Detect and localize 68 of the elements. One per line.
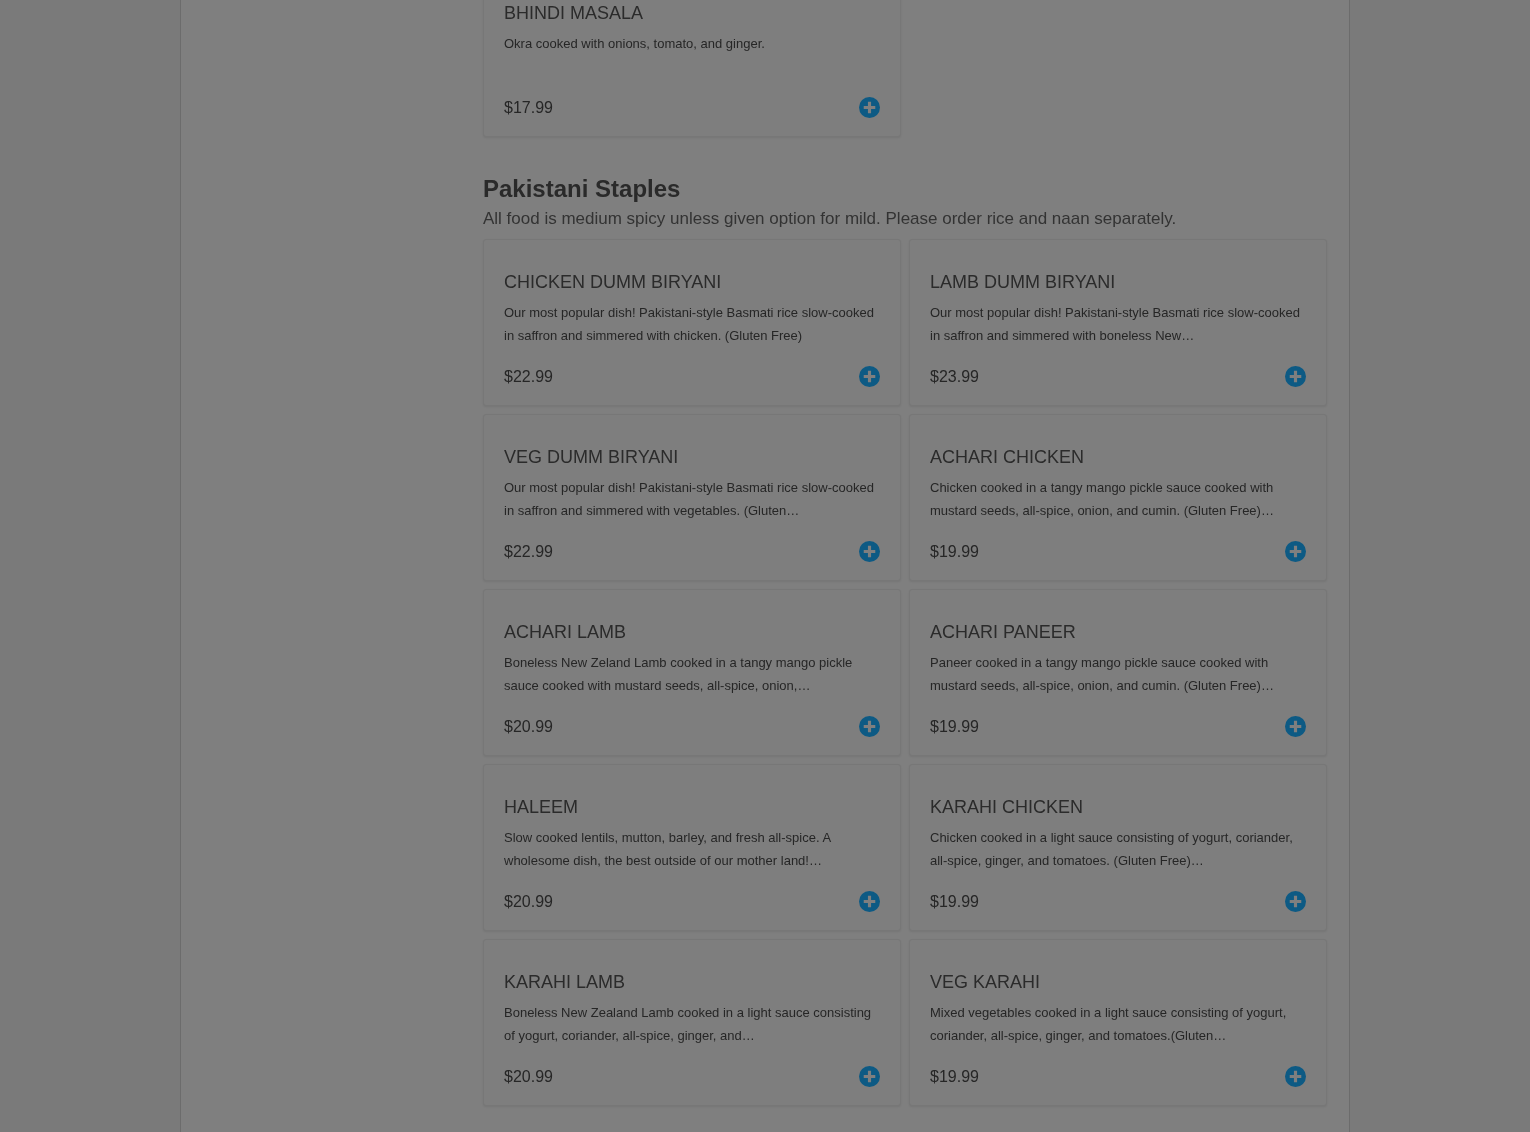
item-name: KARAHI LAMB bbox=[504, 972, 626, 993]
item-price: $19.99 bbox=[930, 542, 979, 561]
item-name: BHINDI MASALA bbox=[504, 3, 644, 24]
add-icon bbox=[1285, 716, 1306, 737]
section-title: Pakistani Staples bbox=[483, 175, 682, 203]
item-price: $17.99 bbox=[504, 98, 553, 117]
add-icon bbox=[1285, 541, 1306, 562]
item-name: VEG KARAHI bbox=[930, 972, 1041, 993]
add-button[interactable] bbox=[1285, 891, 1306, 912]
item-price: $22.99 bbox=[504, 542, 553, 561]
item-description: Chicken cooked in a light sauce consisting of yogurt, coriander, all-spice, ginger, and tomatoes. (Gluten Free)… bbox=[930, 829, 1294, 870]
menu-item-card[interactable]: ACHARI LAMB Boneless New Zeland Lamb cooked in a tangy mango pickle sauce cooked with mustard seeds, all-spice, onion,… $20.99 bbox=[483, 589, 901, 756]
item-name: VEG DUMM BIRYANI bbox=[504, 447, 679, 468]
add-icon bbox=[859, 716, 880, 737]
item-name: ACHARI LAMB bbox=[504, 622, 627, 643]
item-price: $19.99 bbox=[930, 892, 979, 911]
item-name: KARAHI CHICKEN bbox=[930, 797, 1084, 818]
add-button[interactable] bbox=[1285, 541, 1306, 562]
item-description: Our most popular dish! Pakistani-style Basmati rice slow-cooked in saffron and simmered with chicken. (Gluten Free) bbox=[504, 304, 875, 345]
item-name: HALEEM bbox=[504, 797, 579, 818]
item-description: Boneless New Zealand Lamb cooked in a light sauce consisting of yogurt, coriander, all-spice, ginger, and… bbox=[504, 1004, 873, 1045]
add-button[interactable] bbox=[859, 891, 880, 912]
item-description: Mixed vegetables cooked in a light sauce consisting of yogurt, coriander, all-spice, ginger, and tomatoes.(Gluten… bbox=[930, 1004, 1288, 1045]
menu-item-card[interactable]: CHICKEN DUMM BIRYANI Our most popular dish! Pakistani-style Basmati rice slow-cooked in saffron and simmered with chicken. (Gluten Free) $22.99 bbox=[483, 239, 901, 406]
item-description: Paneer cooked in a tangy mango pickle sauce cooked with mustard seeds, all-spice, onion, and cumin. (Gluten Free)… bbox=[930, 654, 1275, 695]
add-icon bbox=[859, 366, 880, 387]
add-button[interactable] bbox=[859, 1066, 880, 1087]
menu-item-card[interactable]: LAMB DUMM BIRYANI Our most popular dish! Pakistani-style Basmati rice slow-cooked in saffron and simmered with boneless New… $23.99 bbox=[909, 239, 1327, 406]
section-note: All food is medium spicy unless given option for mild. Please order rice and naan separately. bbox=[483, 209, 1178, 229]
menu-item-card[interactable]: VEG KARAHI Mixed vegetables cooked in a light sauce consisting of yogurt, coriander, all-spice, ginger, and tomatoes.(Gluten… $19.99 bbox=[909, 939, 1327, 1106]
item-description: Our most popular dish! Pakistani-style Basmati rice slow-cooked in saffron and simmered with vegetables. (Gluten… bbox=[504, 479, 875, 520]
menu-item-card[interactable]: BHINDI MASALA Okra cooked with onions, tomato, and ginger. $17.99 bbox=[483, 0, 901, 137]
item-name: ACHARI PANEER bbox=[930, 622, 1076, 643]
menu-item-card[interactable]: VEG DUMM BIRYANI Our most popular dish! Pakistani-style Basmati rice slow-cooked in saffron and simmered with vegetables. (Gluten… $22.99 bbox=[483, 414, 901, 581]
item-description: Our most popular dish! Pakistani-style Basmati rice slow-cooked in saffron and simmered with boneless New… bbox=[930, 304, 1301, 345]
item-price: $20.99 bbox=[504, 717, 553, 736]
item-price: $20.99 bbox=[504, 892, 553, 911]
add-button[interactable] bbox=[1285, 1066, 1306, 1087]
item-price: $19.99 bbox=[930, 1067, 979, 1086]
menu-item-card[interactable]: KARAHI CHICKEN Chicken cooked in a light sauce consisting of yogurt, coriander, all-spice, ginger, and tomatoes. (Gluten Free)… $19.99 bbox=[909, 764, 1327, 931]
add-icon bbox=[859, 97, 880, 118]
item-price: $20.99 bbox=[504, 1067, 553, 1086]
item-description: Chicken cooked in a tangy mango pickle sauce cooked with mustard seeds, all-spice, onion, and cumin. (Gluten Free)… bbox=[930, 479, 1275, 520]
add-icon bbox=[859, 1066, 880, 1087]
add-button[interactable] bbox=[1285, 716, 1306, 737]
item-name: LAMB DUMM BIRYANI bbox=[930, 272, 1116, 293]
add-icon bbox=[859, 541, 880, 562]
item-description: Slow cooked lentils, mutton, barley, and fresh all-spice. A wholesome dish, the best outside of our mother land!… bbox=[504, 829, 832, 870]
menu-item-card[interactable]: ACHARI PANEER Paneer cooked in a tangy mango pickle sauce cooked with mustard seeds, all-spice, onion, and cumin. (Gluten Free)… $19.99 bbox=[909, 589, 1327, 756]
add-button[interactable] bbox=[859, 97, 880, 118]
item-name: ACHARI CHICKEN bbox=[930, 447, 1085, 468]
add-icon bbox=[1285, 1066, 1306, 1087]
item-price: $23.99 bbox=[930, 367, 979, 386]
add-button[interactable] bbox=[1285, 366, 1306, 387]
item-description: Okra cooked with onions, tomato, and ginger. bbox=[504, 35, 766, 53]
menu-item-card[interactable]: KARAHI LAMB Boneless New Zealand Lamb cooked in a light sauce consisting of yogurt, coriander, all-spice, ginger, and… $20.99 bbox=[483, 939, 901, 1106]
add-icon bbox=[1285, 891, 1306, 912]
item-price: $19.99 bbox=[930, 717, 979, 736]
menu-item-card[interactable]: HALEEM Slow cooked lentils, mutton, barley, and fresh all-spice. A wholesome dish, the best outside of our mother land!… $20.99 bbox=[483, 764, 901, 931]
item-price: $22.99 bbox=[504, 367, 553, 386]
item-description: Boneless New Zeland Lamb cooked in a tangy mango pickle sauce cooked with mustard seeds, all-spice, onion,… bbox=[504, 654, 854, 695]
add-button[interactable] bbox=[859, 716, 880, 737]
add-button[interactable] bbox=[859, 366, 880, 387]
add-icon bbox=[1285, 366, 1306, 387]
item-name: CHICKEN DUMM BIRYANI bbox=[504, 272, 722, 293]
menu-item-card[interactable]: ACHARI CHICKEN Chicken cooked in a tangy mango pickle sauce cooked with mustard seeds, all-spice, onion, and cumin. (Gluten Free)… $19.99 bbox=[909, 414, 1327, 581]
add-icon bbox=[859, 891, 880, 912]
add-button[interactable] bbox=[859, 541, 880, 562]
